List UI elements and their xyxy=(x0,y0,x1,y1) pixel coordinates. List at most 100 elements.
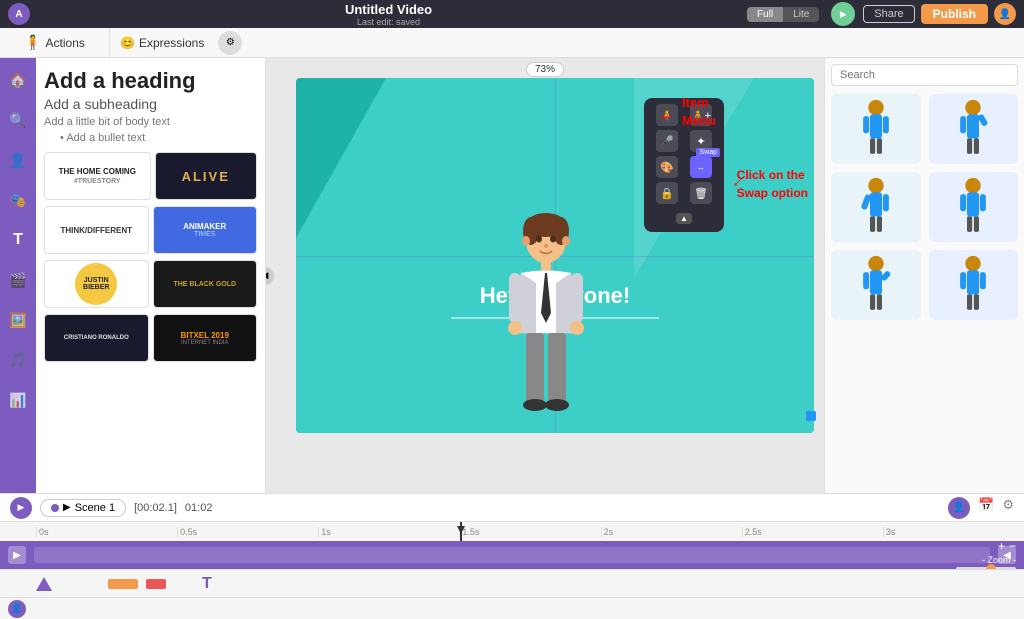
scene-pill[interactable]: ▶ Scene 1 xyxy=(40,499,126,517)
timeline-time-start: [00:02.1] xyxy=(134,502,177,514)
search-input[interactable] xyxy=(831,64,1018,86)
preview-play-button[interactable] xyxy=(831,2,855,26)
bottom-track: T xyxy=(0,569,1024,597)
swap-annotation: Click on theSwap option xyxy=(737,166,808,202)
asset-item-blackgold[interactable]: THE BLACK GOLD xyxy=(153,260,258,308)
timeline-play-button[interactable] xyxy=(10,497,32,519)
asset-item-cristiano[interactable]: CRISTIANO RONALDO xyxy=(44,314,149,362)
track-triangle-marker xyxy=(36,577,52,591)
expressions-label: Expressions xyxy=(139,36,204,50)
canvas-area: ◀ 73% Hey everyone! xyxy=(266,58,824,493)
title-area: Untitled Video Last edit: saved xyxy=(30,2,747,27)
ctx-trash-icon[interactable]: 🗑 xyxy=(690,182,712,204)
settings-button[interactable]: ⚙ xyxy=(218,31,242,55)
scene-dot xyxy=(51,504,59,512)
timeline-settings-icon[interactable]: ⚙ xyxy=(1002,497,1014,519)
sidebar-icon-text[interactable]: T xyxy=(4,226,32,254)
asset-item-animaker[interactable]: ANIMAKER TIMES xyxy=(153,206,258,254)
sidebar-icon-props[interactable]: 🎭 xyxy=(4,186,32,214)
expressions-icon: 😊 xyxy=(120,36,135,50)
assets-subheading: Add a subheading xyxy=(44,96,257,112)
mode-lite[interactable]: Lite xyxy=(783,7,819,22)
char-card-4[interactable] xyxy=(929,172,1019,242)
selection-handle xyxy=(806,411,816,421)
left-sidebar: 🏠 🔍 👤 🎭 T 🎬 🖼️ 🎵 📊 xyxy=(0,58,36,493)
actions-area[interactable]: 🧍 Actions xyxy=(0,28,110,57)
timeline-controls: ▶ Scene 1 [00:02.1] 01:02 👤 📅 ⚙ xyxy=(0,493,1024,521)
asset-row-1: THE HOME COMING#TRUESTORY ALIVE xyxy=(44,152,257,200)
assets-panel: Add a heading Add a subheading Add a lit… xyxy=(36,58,266,493)
video-title: Untitled Video xyxy=(30,2,747,17)
ctx-row-3: 🎨 ↔ Swap xyxy=(650,156,718,178)
asset-item-justin[interactable]: JUSTINBIEBER xyxy=(44,260,149,308)
share-button[interactable]: Share xyxy=(863,5,914,23)
scene-name: Scene 1 xyxy=(75,502,115,514)
track-red-block[interactable] xyxy=(146,579,166,589)
sidebar-icon-templates[interactable]: 🖼️ xyxy=(4,306,32,334)
expressions-area[interactable]: 😊 Expressions xyxy=(110,28,214,57)
sidebar-icon-search[interactable]: 🔍 xyxy=(4,106,32,134)
asset-item-alive[interactable]: ALIVE xyxy=(155,152,258,200)
bottom-bar: 👤 xyxy=(0,597,1024,619)
char-card-3[interactable] xyxy=(831,172,921,242)
zoom-plus-minus: + − xyxy=(998,539,1016,553)
zoom-panel: + − - Zoom - xyxy=(956,539,1016,571)
timeline-ruler: 0s 0.5s 1s 1.5s 2s 2.5s 3s xyxy=(0,521,1024,541)
ruler-marks: 0s 0.5s 1s 1.5s 2s 2.5s 3s xyxy=(0,527,1024,537)
asset-item-think[interactable]: THINK/DIFFERENT xyxy=(44,206,149,254)
secondary-toolbar: 🧍 Actions 😊 Expressions ⚙ xyxy=(0,28,1024,58)
ctx-color-icon[interactable]: 🎨 xyxy=(656,156,678,178)
bottom-user-avatar: 👤 xyxy=(8,600,26,618)
sidebar-icon-home[interactable]: 🏠 xyxy=(4,66,32,94)
timeline-icon-group: 👤 📅 ⚙ xyxy=(948,497,1014,519)
scene-pill-play: ▶ xyxy=(63,502,71,513)
timeline-time-total: 01:02 xyxy=(185,502,213,514)
save-status: Last edit: saved xyxy=(30,17,747,27)
zoom-minus-button[interactable]: − xyxy=(1009,539,1016,553)
sidebar-icon-music[interactable]: 🎵 xyxy=(4,346,32,374)
topbar: A Untitled Video Last edit: saved Full L… xyxy=(0,0,1024,28)
playhead-head xyxy=(457,526,465,534)
asset-row-2: THINK/DIFFERENT ANIMAKER TIMES xyxy=(44,206,257,254)
char-card-1[interactable] xyxy=(831,94,921,164)
mode-full[interactable]: Full xyxy=(747,7,783,22)
track-text-marker[interactable]: T xyxy=(202,575,212,593)
char-card-2[interactable] xyxy=(929,94,1019,164)
zoom-plus-button[interactable]: + xyxy=(998,539,1005,553)
ruler-3s: 3s xyxy=(883,527,1024,537)
ctx-swap-label: Swap xyxy=(696,148,720,157)
zoom-label: - Zoom - xyxy=(982,555,1016,565)
actions-icon: 🧍 xyxy=(24,34,41,51)
scene-canvas[interactable]: Hey everyone! xyxy=(296,78,814,433)
asset-item-bitxel[interactable]: BITXEL 2019 INTERNET INDIA xyxy=(153,314,258,362)
ctx-swap-icon[interactable]: ↔ Swap xyxy=(690,156,712,178)
sidebar-icon-character[interactable]: 👤 xyxy=(4,146,32,174)
character-figure[interactable] xyxy=(501,213,591,433)
track-bar xyxy=(34,547,990,563)
track-area: ▶ ◀ + − - Zoom - xyxy=(0,541,1024,569)
timeline-avatar: 👤 xyxy=(948,497,970,519)
ruler-0-5s: 0.5s xyxy=(177,527,318,537)
item-menu-annotation: ItemMenu xyxy=(682,94,716,130)
asset-item-homecoming[interactable]: THE HOME COMING#TRUESTORY xyxy=(44,152,151,200)
asset-row-3: JUSTINBIEBER THE BLACK GOLD xyxy=(44,260,257,308)
ctx-mic-icon[interactable]: 🎤 xyxy=(656,130,678,152)
mode-toggle[interactable]: Full Lite xyxy=(747,7,819,22)
arrow-to-item-menu: ← xyxy=(658,104,676,125)
user-avatar: 👤 xyxy=(994,3,1016,25)
timeline-calendar-icon[interactable]: 📅 xyxy=(978,497,994,519)
logo: A xyxy=(8,3,30,25)
publish-button[interactable]: Publish xyxy=(921,4,988,24)
sidebar-icon-media[interactable]: 🎬 xyxy=(4,266,32,294)
track-orange-block[interactable] xyxy=(108,579,138,589)
assets-heading: Add a heading xyxy=(44,68,257,94)
assets-bullet: • Add a bullet text xyxy=(60,132,257,144)
ctx-lock-icon[interactable]: 🔒 xyxy=(656,182,678,204)
track-expand-button[interactable]: ▶ xyxy=(8,546,26,564)
collapse-panel-button[interactable]: ◀ xyxy=(266,267,274,285)
zoom-level[interactable]: 73% xyxy=(526,62,564,77)
ruler-0s: 0s xyxy=(36,527,177,537)
sidebar-icon-charts[interactable]: 📊 xyxy=(4,386,32,414)
char-card-6[interactable] xyxy=(929,250,1019,320)
char-card-5[interactable] xyxy=(831,250,921,320)
